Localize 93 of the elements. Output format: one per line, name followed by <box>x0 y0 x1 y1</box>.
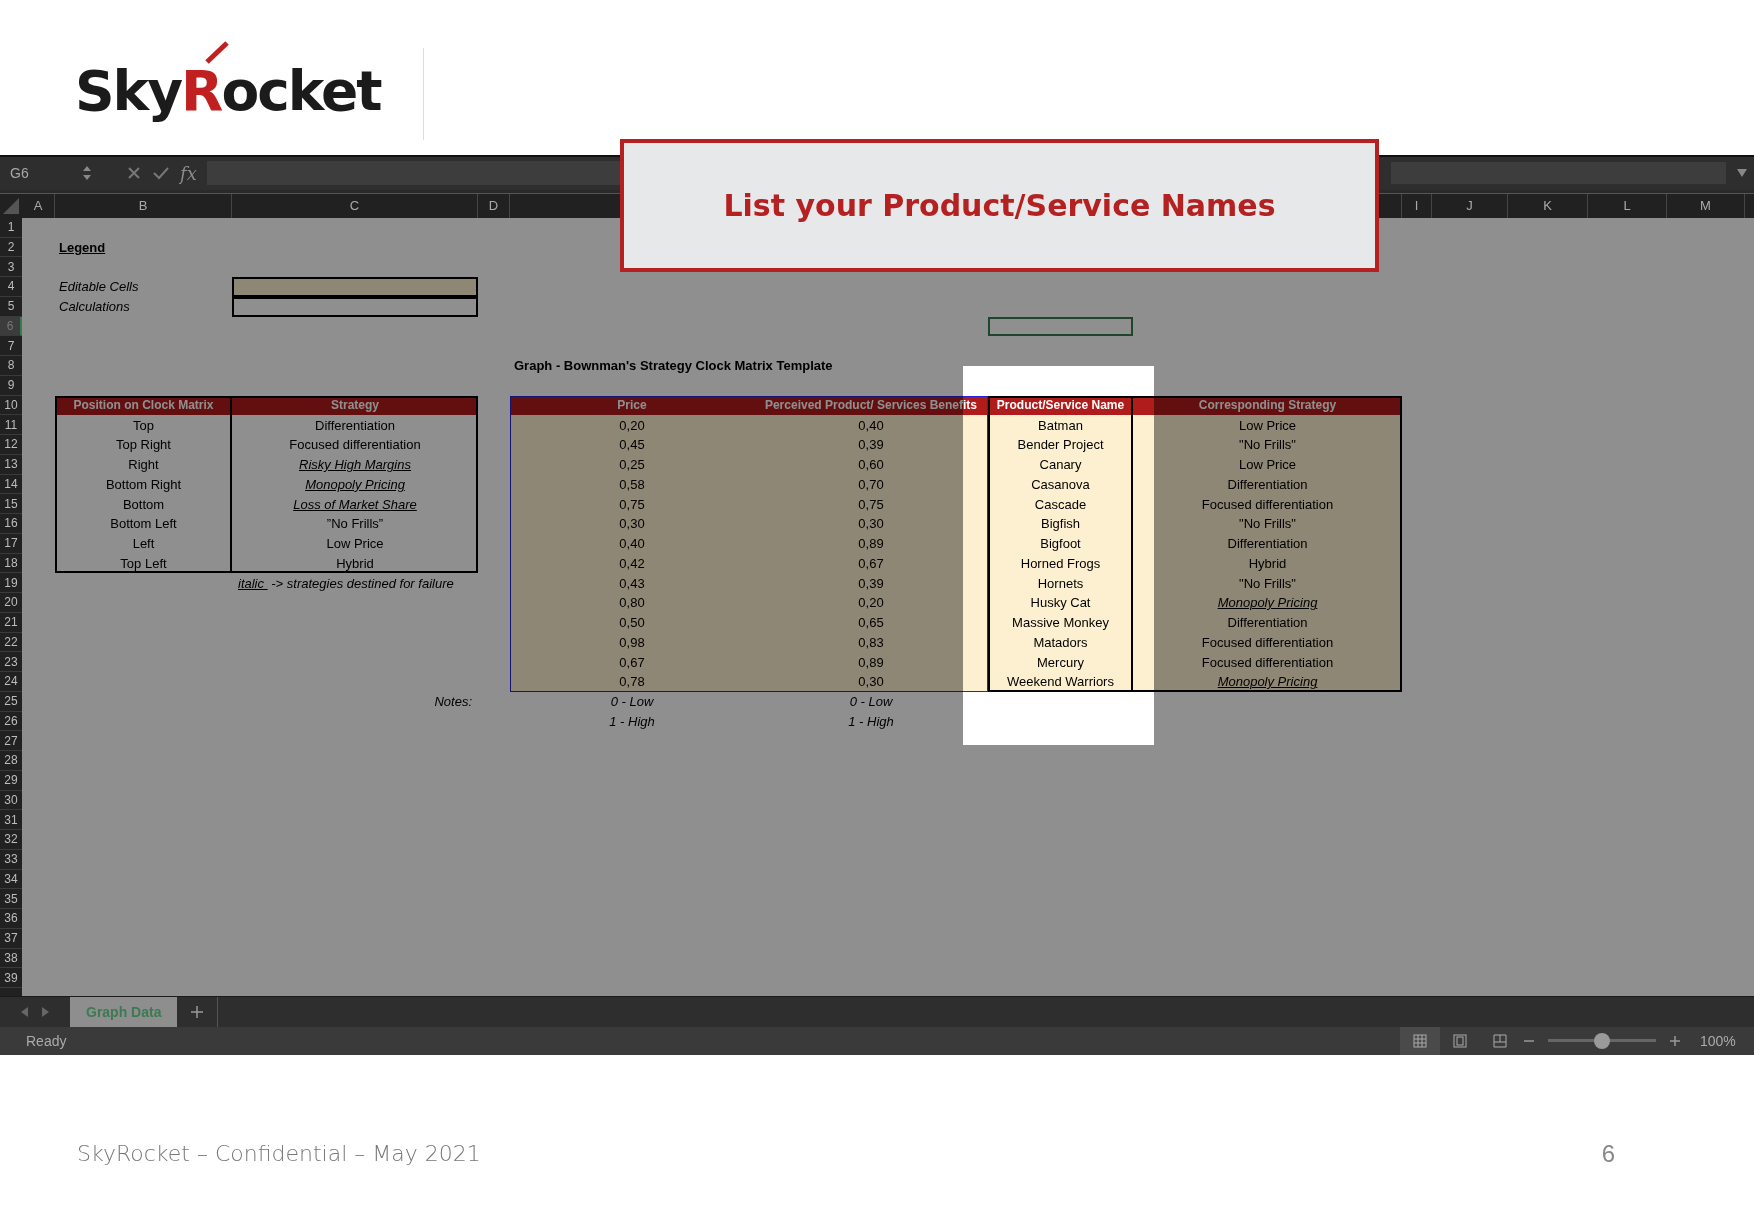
zoom-reading: 100% <box>1700 1033 1737 1049</box>
table-cell[interactable]: 0,43 <box>510 573 754 594</box>
page-break-icon <box>1493 1034 1507 1048</box>
table-cell[interactable]: 0,30 <box>754 672 988 692</box>
table-cell-text: Low Price <box>325 535 385 554</box>
table-cell[interactable]: Husky Cat <box>988 593 1133 613</box>
table-cell[interactable]: 0,75 <box>754 494 988 515</box>
table-cell: "No Frills" <box>1133 514 1402 534</box>
table-cell: "No Frills" <box>1133 573 1402 594</box>
column-header[interactable]: I <box>1402 193 1432 218</box>
formula-input[interactable] <box>206 161 621 186</box>
previous-sheet-icon <box>19 1006 29 1019</box>
table-cell[interactable]: 0,40 <box>754 415 988 436</box>
plus-icon <box>191 1005 204 1018</box>
table-cell[interactable]: Batman <box>988 415 1133 436</box>
table-cell[interactable]: 0,67 <box>754 553 988 574</box>
table-cell[interactable]: 0,39 <box>754 573 988 594</box>
table-cell-text: Bottom Right <box>104 475 183 494</box>
table-cell: Focused differentiation <box>1133 652 1402 673</box>
table-cell-text: Risky High Margins <box>298 456 412 475</box>
page-number: 6 <box>1601 1139 1615 1168</box>
notes-label: Notes: <box>433 693 473 712</box>
header-cell: Price <box>510 395 754 416</box>
legend-label: Editable Cells <box>58 278 140 297</box>
table-cell[interactable]: 0,30 <box>754 514 988 534</box>
table-cell: Low Price <box>1133 415 1402 436</box>
table-cell-text: Hybrid <box>335 554 375 573</box>
table-cell-text: Bottom Left <box>109 515 178 534</box>
zoom-thumb[interactable] <box>1594 1033 1610 1049</box>
table-cell-text: Left <box>131 535 156 554</box>
column-header[interactable]: C <box>232 193 478 218</box>
table-cell[interactable]: 0,75 <box>510 494 754 515</box>
table-cell[interactable]: 0,89 <box>754 533 988 554</box>
table-cell[interactable]: 0,65 <box>754 612 988 633</box>
table-cell-text: Top Left <box>119 554 168 573</box>
table-cell: "No Frills" <box>1133 435 1402 455</box>
column-header[interactable]: M <box>1667 193 1745 218</box>
table-cell-text: Loss of Market Share <box>292 495 418 514</box>
column-header[interactable]: J <box>1432 193 1508 218</box>
column-header[interactable]: D <box>478 193 510 218</box>
table-cell-text: Monopoly Pricing <box>304 475 406 494</box>
table-cell: Monopoly Pricing <box>1133 593 1402 613</box>
column-header[interactable]: K <box>1508 193 1588 218</box>
legend-label: Calculations <box>58 298 131 317</box>
table-cell[interactable]: Bigfish <box>988 514 1133 534</box>
function-button[interactable]: fx <box>180 162 197 184</box>
next-sheet-icon <box>41 1006 51 1019</box>
selected-cell-outline[interactable] <box>988 316 1133 337</box>
table-cell: Focused differentiation <box>1133 494 1402 515</box>
note-text: 1 - High <box>608 712 656 731</box>
view-button[interactable] <box>1400 1027 1440 1055</box>
note-text: 0 - Low <box>609 693 655 712</box>
table-cell-text: Focused differentiation <box>288 436 422 455</box>
note-text: 0 - Low <box>848 693 894 712</box>
note-text: 1 - High <box>847 712 895 731</box>
table-cell[interactable]: 0,78 <box>510 672 754 692</box>
table-cell[interactable]: 0,30 <box>510 514 754 534</box>
dropdown-icon <box>1736 168 1748 179</box>
legend-title: Legend <box>58 238 107 257</box>
table-cell[interactable]: 0,83 <box>754 632 988 653</box>
table-cell[interactable]: 0,20 <box>754 593 988 613</box>
table-cell[interactable]: Bender Project <box>988 435 1133 455</box>
table-cell[interactable]: 0,45 <box>510 435 754 455</box>
graph-title: Graph - Bownman's Strategy Clock Matrix Template <box>513 357 834 376</box>
table-cell-text: Top <box>132 416 155 435</box>
table-cell-text: Right <box>127 456 160 475</box>
status-text: Ready <box>26 1033 68 1049</box>
table-cell[interactable]: 0,67 <box>510 652 754 673</box>
table-cell[interactable]: 0,60 <box>754 454 988 475</box>
table-cell[interactable]: 0,70 <box>754 474 988 495</box>
page-icon <box>1453 1034 1467 1048</box>
table-cell[interactable]: 0,89 <box>754 652 988 673</box>
check-icon <box>152 165 170 182</box>
table-cell[interactable]: 0,80 <box>510 593 754 613</box>
table-cell-text: Bottom <box>121 495 166 514</box>
footer-text: SkyRocket – Confidential – May 2021 <box>77 1141 481 1166</box>
table-cell-text: Differentiation <box>314 416 396 435</box>
table-cell[interactable]: Cascade <box>988 494 1133 515</box>
column-header[interactable]: L <box>1588 193 1667 218</box>
table-cell-text: Top Right <box>115 436 172 455</box>
grid-icon <box>1413 1034 1427 1048</box>
table-cell[interactable]: 0,20 <box>510 415 754 436</box>
callout-title: List your Product/Service Names <box>620 139 1379 272</box>
table-cell-text: ”No Frills” <box>325 515 385 534</box>
table-cell[interactable]: 0,39 <box>754 435 988 455</box>
name-box[interactable]: G6 <box>0 165 72 182</box>
legend-note: italic -> strategies destined for failure <box>237 574 455 593</box>
column-header[interactable]: B <box>55 193 232 218</box>
table-cell[interactable]: Mercury <box>988 652 1133 673</box>
table-cell[interactable]: Hornets <box>988 573 1133 594</box>
logo: SkyRocket <box>75 40 381 124</box>
plus-icon <box>1670 1036 1680 1046</box>
column-header[interactable]: A <box>22 193 55 218</box>
